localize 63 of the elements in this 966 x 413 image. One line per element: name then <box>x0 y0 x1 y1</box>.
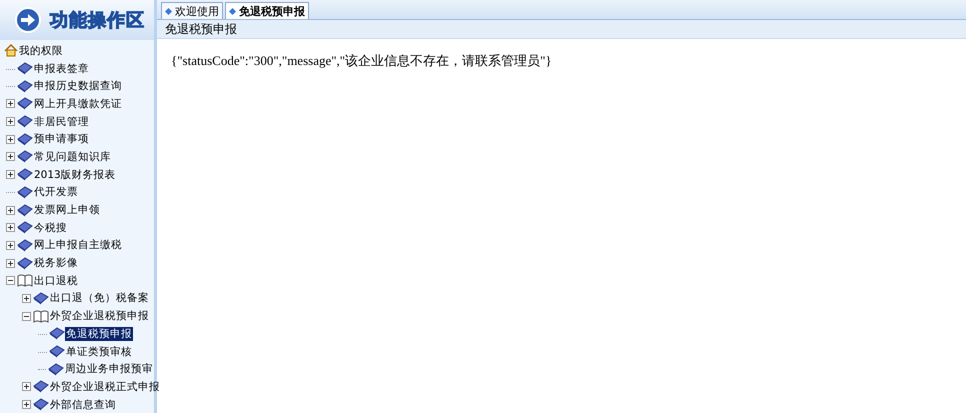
tree-item[interactable]: 出口退（免）税备案 <box>49 291 150 306</box>
expand-icon[interactable] <box>6 152 15 162</box>
expand-icon[interactable] <box>6 170 15 180</box>
expand-icon[interactable] <box>6 223 15 232</box>
tree-item[interactable]: 申报表签章 <box>33 62 90 76</box>
expand-icon[interactable] <box>6 99 15 108</box>
tree-item[interactable]: 2013版财务报表 <box>33 168 117 182</box>
tree-item[interactable]: 代开发票 <box>33 185 79 200</box>
open-book-icon <box>33 310 49 323</box>
tree-item[interactable]: 申报历史数据查询 <box>33 79 123 94</box>
open-book-icon <box>17 274 33 288</box>
panel-title: 免退税预申报 <box>157 20 966 39</box>
sidebar-title: 功能操作区 <box>50 9 145 32</box>
diamond-icon <box>229 8 236 14</box>
tree-item[interactable]: 非居民管理 <box>33 114 90 129</box>
book-icon <box>48 362 64 376</box>
tree-item[interactable]: 出口退税 <box>33 274 79 288</box>
book-icon <box>17 204 33 217</box>
home-icon <box>4 44 18 58</box>
expand-icon[interactable] <box>22 382 31 392</box>
tree-item[interactable]: 网上申报自主缴税 <box>33 238 123 252</box>
tree-item[interactable]: 发票网上申领 <box>33 203 101 218</box>
book-icon <box>49 345 65 358</box>
expand-icon[interactable] <box>6 240 15 250</box>
book-icon <box>17 238 33 252</box>
tree-item[interactable]: 今税搜 <box>33 220 68 235</box>
expand-icon[interactable] <box>6 134 15 144</box>
book-icon <box>17 150 33 164</box>
collapse-icon[interactable] <box>22 312 31 321</box>
tree-item[interactable]: 外贸企业退税预申报 <box>49 309 150 324</box>
tree-item[interactable]: 外部信息查询 <box>49 398 117 412</box>
book-icon <box>17 115 33 128</box>
tree-item[interactable]: 单证类预审核 <box>65 344 133 359</box>
tree-root[interactable]: 我的权限 <box>18 44 64 58</box>
book-icon <box>33 380 49 394</box>
book-icon <box>33 292 49 305</box>
book-icon <box>17 80 33 93</box>
tree-item[interactable]: 预申请事项 <box>33 132 90 146</box>
collapse-icon[interactable] <box>6 276 15 286</box>
tree-item[interactable]: 税务影像 <box>33 256 79 270</box>
tab[interactable]: 欢迎使用 <box>161 2 223 19</box>
tree-item[interactable]: 免退税预申报 <box>65 326 133 341</box>
expand-icon[interactable] <box>6 206 15 215</box>
book-icon <box>49 327 65 340</box>
tree-item[interactable]: 网上开具缴款凭证 <box>33 96 123 111</box>
book-icon <box>17 221 33 234</box>
book-icon <box>17 256 33 270</box>
book-icon <box>33 398 49 412</box>
book-icon <box>17 97 33 110</box>
tab[interactable]: 免退税预申报 <box>225 2 309 19</box>
book-icon <box>17 186 33 199</box>
book-icon <box>17 132 33 146</box>
diamond-icon <box>165 8 172 14</box>
expand-icon[interactable] <box>6 258 15 268</box>
expand-icon[interactable] <box>22 400 31 410</box>
expand-icon[interactable] <box>6 117 15 126</box>
book-icon <box>17 62 33 76</box>
response-text: {"statusCode":"300","message","该企业信息不存在，请联系管理员"} <box>171 53 552 68</box>
tree-item[interactable]: 周边业务申报预审 <box>64 362 154 376</box>
tree-item[interactable]: 常见问题知识库 <box>33 150 112 164</box>
expand-icon[interactable] <box>22 294 31 303</box>
tree-item[interactable]: 外贸企业退税正式申报 <box>49 380 161 394</box>
book-icon <box>17 168 33 182</box>
